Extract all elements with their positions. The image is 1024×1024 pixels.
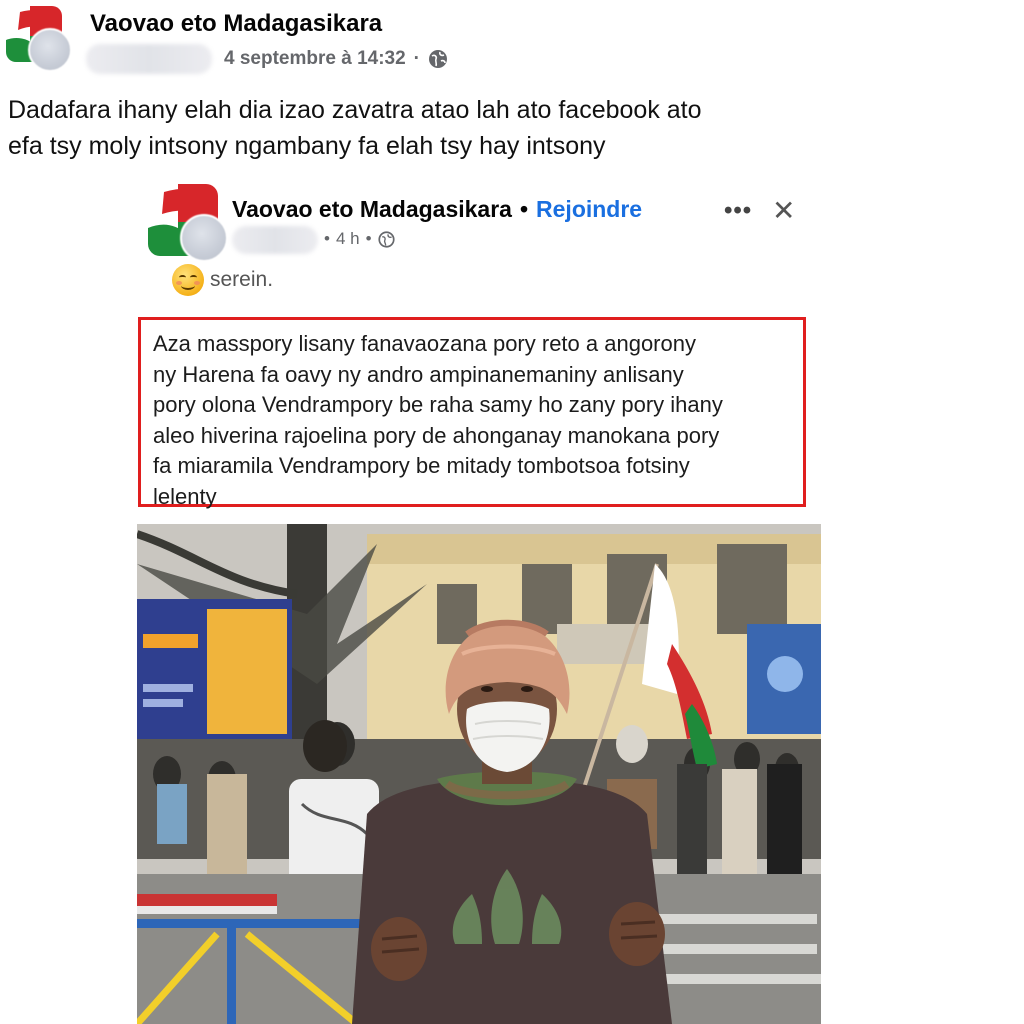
post-timestamp[interactable]: 4 septembre à 14:32 bbox=[224, 48, 406, 70]
post-body-text: Dadafara ihany elah dia izao zavatra ata… bbox=[8, 92, 768, 164]
shared-group-name[interactable]: Vaovao eto Madagasikara bbox=[232, 196, 512, 223]
globe-icon bbox=[428, 49, 448, 69]
join-button[interactable]: Rejoindre bbox=[536, 196, 642, 223]
highlighted-text-line: fa miaramila Vendrampory be mitady tombo… bbox=[153, 453, 690, 478]
user-avatar-blurred[interactable] bbox=[28, 28, 72, 72]
group-name[interactable]: Vaovao eto Madagasikara bbox=[90, 10, 382, 38]
globe-icon bbox=[377, 230, 395, 248]
highlighted-text-line: aleo hiverina rajoelina pory de ahongana… bbox=[153, 422, 720, 448]
post-photo[interactable] bbox=[137, 524, 821, 1024]
shared-post-title: Vaovao eto Madagasikara • Rejoindre bbox=[232, 196, 642, 223]
shared-post-time[interactable]: 4 h bbox=[336, 229, 360, 249]
post-text-line: efa tsy moly intsony ngambany fa elah ts… bbox=[8, 132, 606, 160]
smiling-face-icon bbox=[172, 264, 204, 296]
post-meta: 4 septembre à 14:32 · bbox=[224, 48, 448, 70]
title-dot: • bbox=[519, 196, 529, 222]
group-avatar-wrapper[interactable] bbox=[6, 6, 72, 72]
meta-dot: • bbox=[365, 229, 372, 248]
post-text-line: Dadafara ihany elah dia izao zavatra ata… bbox=[8, 96, 702, 124]
feeling-text: serein. bbox=[210, 268, 274, 291]
highlighted-text-line: pory olona Vendrampory be raha samy ho z… bbox=[153, 392, 723, 417]
meta-dot: • bbox=[324, 229, 330, 248]
highlighted-post-text: Aza masspory lisany fanavaozana pory ret… bbox=[138, 317, 806, 509]
shared-group-avatar-wrapper[interactable] bbox=[148, 184, 228, 262]
more-options-icon[interactable]: ••• bbox=[724, 197, 752, 225]
shared-blurred-author-name[interactable] bbox=[232, 226, 318, 254]
shared-post-meta: • 4 h • bbox=[324, 229, 395, 249]
feeling-status: serein. bbox=[172, 264, 273, 296]
shared-user-avatar-blurred[interactable] bbox=[180, 214, 228, 262]
highlighted-text-line: Aza masspory lisany fanavaozana pory ret… bbox=[153, 331, 696, 356]
highlighted-text-line: ny Harena fa oavy ny andro ampinanemanin… bbox=[153, 361, 684, 387]
meta-separator: · bbox=[413, 48, 420, 69]
close-icon[interactable]: ✕ bbox=[772, 194, 795, 227]
highlighted-text-line: lelenty bbox=[153, 483, 217, 509]
blurred-author-name[interactable] bbox=[86, 44, 212, 74]
